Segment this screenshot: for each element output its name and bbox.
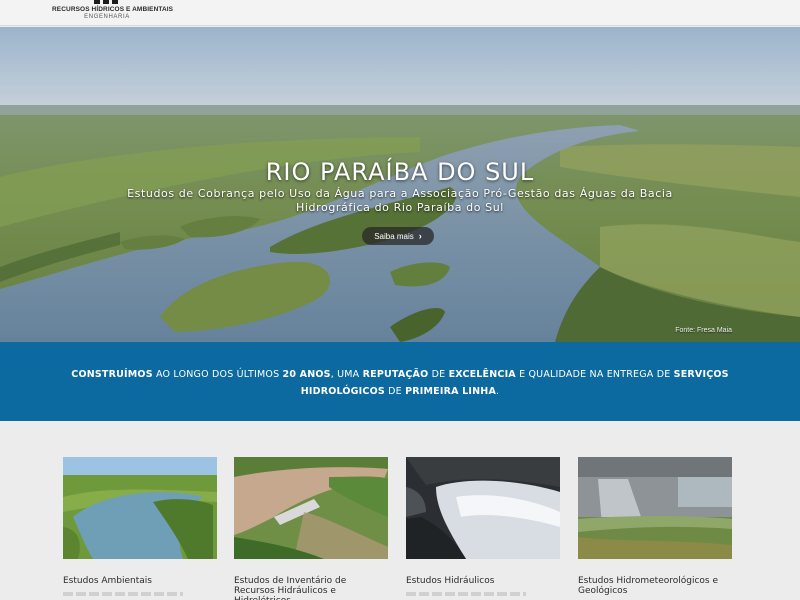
mission-statement-part: AO LONGO DOS ÚLTIMOS bbox=[152, 369, 283, 380]
service-image-hydrometeorological[interactable] bbox=[578, 457, 732, 559]
service-title[interactable]: Estudos de Inventário de Recursos Hidráu… bbox=[234, 576, 388, 600]
mission-statement-part: . bbox=[496, 386, 500, 397]
mission-statement-part: E QUALIDADE NA ENTREGA DE bbox=[515, 369, 674, 380]
service-title[interactable]: Estudos Hidráulicos bbox=[406, 576, 560, 586]
service-description-faded bbox=[63, 592, 183, 596]
service-title[interactable]: Estudos Ambientais bbox=[63, 576, 217, 586]
mission-statement-part: DE bbox=[428, 369, 449, 380]
mission-statement-part: REPUTAÇÃO bbox=[362, 369, 429, 380]
service-image-hydraulic[interactable] bbox=[406, 457, 560, 559]
mission-statement-part: 20 ANOS bbox=[282, 369, 331, 380]
mission-banner: CONSTRUÍMOS AO LONGO DOS ÚLTIMOS 20 ANOS… bbox=[0, 342, 800, 421]
service-card[interactable]: Estudos Ambientais bbox=[63, 457, 217, 596]
mission-statement-part: , UMA bbox=[330, 369, 363, 380]
mission-statement-part: EXCELÊNCIA bbox=[448, 369, 516, 380]
service-image-inventory[interactable] bbox=[234, 457, 388, 559]
site-header: RECURSOS HÍDRICOS E AMBIENTAIS ENGENHARI… bbox=[0, 0, 800, 26]
service-card[interactable]: Estudos Hidráulicos bbox=[406, 457, 560, 596]
service-image-environmental[interactable] bbox=[63, 457, 217, 559]
service-card[interactable]: Estudos Hidrometeorológicos e Geológicos bbox=[578, 457, 732, 596]
logo-text-primary: RECURSOS HÍDRICOS E AMBIENTAIS bbox=[52, 6, 174, 13]
mission-statement-part: DE bbox=[384, 386, 406, 397]
learn-more-button[interactable]: Saiba mais › bbox=[362, 227, 434, 245]
service-card[interactable]: Estudos de Inventário de Recursos Hidráu… bbox=[234, 457, 388, 600]
mission-statement-part: PRIMEIRA LINHA bbox=[405, 386, 497, 397]
chevron-right-icon: › bbox=[418, 231, 422, 241]
logo-mark-icon bbox=[90, 0, 120, 4]
service-title[interactable]: Estudos Hidrometeorológicos e Geológicos bbox=[578, 576, 732, 596]
learn-more-label: Saiba mais bbox=[374, 232, 414, 241]
logo-text-secondary: ENGENHARIA bbox=[84, 14, 130, 20]
hero-slide: RIO PARAÍBA DO SUL Estudos de Cobrança p… bbox=[0, 27, 800, 342]
mission-statement-part: CONSTRUÍMOS bbox=[71, 369, 153, 380]
service-description-faded bbox=[406, 592, 526, 596]
hero-title: RIO PARAÍBA DO SUL bbox=[265, 158, 535, 186]
company-logo[interactable]: RECURSOS HÍDRICOS E AMBIENTAIS ENGENHARI… bbox=[52, 0, 174, 26]
photo-credit: Fonte: Fresa Maia bbox=[675, 327, 732, 334]
mission-statement: CONSTRUÍMOS AO LONGO DOS ÚLTIMOS 20 ANOS… bbox=[60, 366, 740, 400]
hero-subtitle: Estudos de Cobrança pelo Uso da Água par… bbox=[127, 187, 673, 214]
services-section: Estudos Ambientais Estudos de Inventário… bbox=[0, 421, 800, 600]
